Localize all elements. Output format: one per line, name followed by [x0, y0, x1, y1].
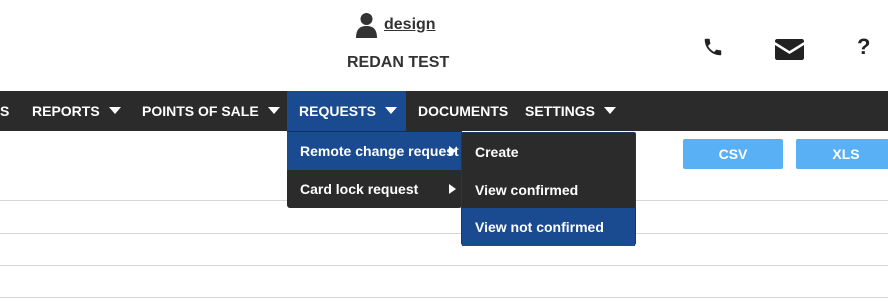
submenu-item-create-label: Create	[475, 144, 519, 160]
menu-item-card-lock-request[interactable]: Card lock request	[287, 170, 462, 208]
submenu-item-view-confirmed-label: View confirmed	[475, 182, 579, 198]
chevron-right-icon	[449, 184, 456, 194]
submenu-item-view-confirmed[interactable]: View confirmed	[462, 171, 635, 209]
mail-icon[interactable]	[775, 39, 804, 60]
user-icon	[356, 13, 377, 38]
nav-item-settings[interactable]: SETTINGS	[525, 91, 617, 131]
caret-down-icon	[385, 107, 398, 114]
menu-item-remote-change-request-label: Remote change request	[300, 143, 459, 159]
submenu-item-view-not-confirmed-label: View not confirmed	[475, 219, 604, 235]
export-csv-button[interactable]: CSV	[683, 139, 783, 169]
user-area: design	[356, 12, 436, 38]
company-name: REDAN TEST	[347, 54, 450, 71]
nav-item-partial[interactable]: S	[0, 91, 9, 131]
nav-item-points-of-sale-label: POINTS OF SALE	[142, 103, 259, 119]
menu-item-card-lock-request-label: Card lock request	[300, 181, 419, 197]
submenu-item-create[interactable]: Create	[462, 133, 635, 171]
remote-change-submenu: Create View confirmed View not confirmed	[461, 132, 636, 246]
table-row-divider	[0, 297, 888, 298]
nav-item-documents-label: DOCUMENTS	[418, 103, 509, 119]
nav-item-partial-label: S	[0, 103, 10, 119]
menu-item-remote-change-request[interactable]: Remote change request	[287, 132, 462, 170]
help-icon[interactable]: ?	[857, 34, 870, 60]
nav-item-settings-label: SETTINGS	[525, 103, 596, 119]
table-row-divider	[0, 233, 888, 234]
nav-item-points-of-sale[interactable]: POINTS OF SALE	[142, 91, 280, 131]
nav-item-reports-label: REPORTS	[32, 103, 100, 119]
caret-down-icon	[604, 107, 617, 114]
phone-icon[interactable]	[702, 36, 724, 58]
chevron-right-icon	[449, 146, 456, 156]
username-link[interactable]: design	[384, 16, 436, 34]
nav-item-requests-label: REQUESTS	[299, 103, 377, 119]
nav-item-documents[interactable]: DOCUMENTS	[418, 91, 508, 131]
main-navbar: S REPORTS POINTS OF SALE REQUESTS DOCUME…	[0, 91, 888, 131]
requests-dropdown-menu: Remote change request Card lock request	[287, 131, 462, 208]
caret-down-icon	[108, 107, 121, 114]
nav-item-requests[interactable]: REQUESTS	[287, 91, 406, 131]
caret-down-icon	[267, 107, 280, 114]
submenu-item-view-not-confirmed[interactable]: View not confirmed	[462, 208, 635, 246]
table-row-divider	[0, 265, 888, 266]
nav-item-reports[interactable]: REPORTS	[32, 91, 121, 131]
export-xls-button[interactable]: XLS	[796, 139, 888, 169]
